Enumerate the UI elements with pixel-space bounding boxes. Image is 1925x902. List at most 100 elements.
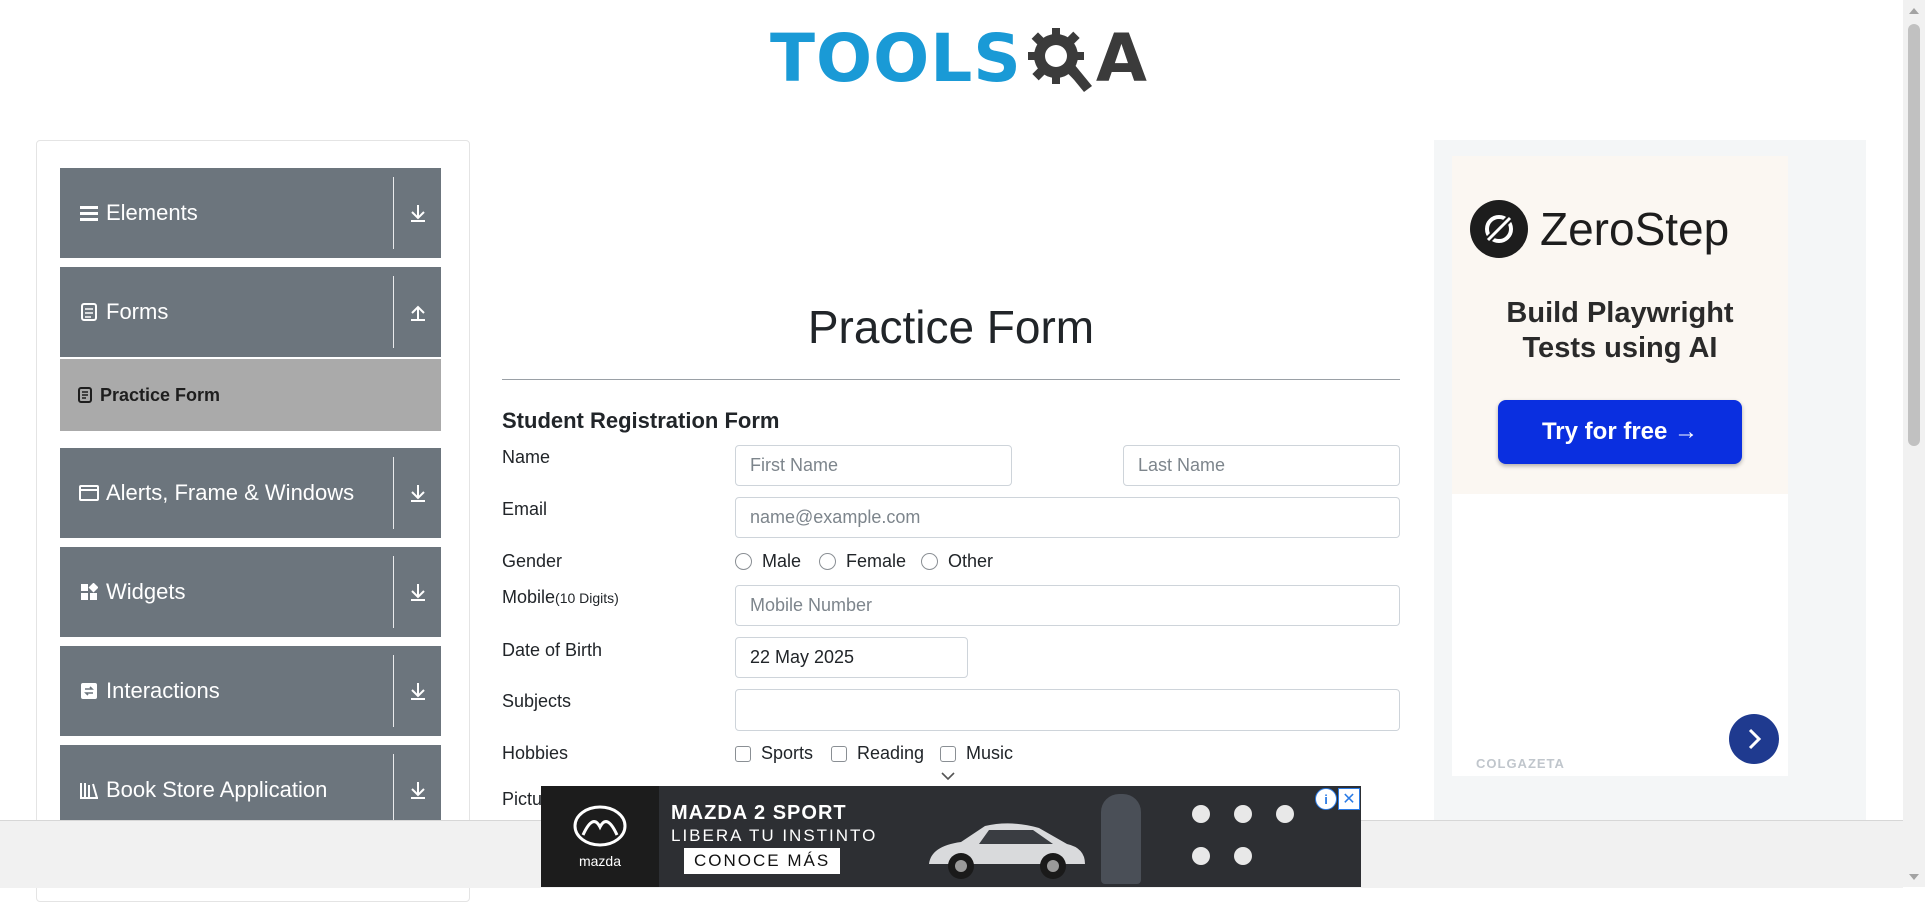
last-name-input[interactable]: [1123, 445, 1400, 486]
try-for-free-button[interactable]: Try for free →: [1498, 400, 1742, 464]
page-scrollbar[interactable]: [1903, 0, 1925, 887]
mobile-hint: (10 Digits): [555, 590, 619, 606]
scrollbar-thumb[interactable]: [1908, 24, 1920, 446]
ad-headline-line1: Build Playwright: [1506, 297, 1734, 329]
expand-down-icon[interactable]: [394, 582, 441, 602]
sidebar-group-elements[interactable]: Elements: [60, 168, 441, 258]
sidebar-group-widgets[interactable]: Widgets: [60, 547, 441, 637]
gear-icon: [1027, 28, 1092, 92]
divider: [393, 457, 394, 529]
subjects-label: Subjects: [502, 691, 572, 711]
zerostep-ad-card[interactable]: ZeroStep Build Playwright Tests using AI…: [1452, 156, 1788, 494]
widgets-icon: [78, 583, 100, 601]
checkbox-label: Sports: [761, 743, 814, 763]
expand-down-icon[interactable]: [394, 681, 441, 701]
ad-headline-line2: Tests using AI: [1522, 332, 1718, 364]
toolsqa-logo[interactable]: TOOLS A: [770, 14, 1147, 104]
chevron-right-icon: [1748, 728, 1762, 750]
mobile-input[interactable]: [735, 585, 1400, 626]
mazda-logo: mazda: [541, 786, 659, 887]
form-icon: [78, 387, 92, 403]
gender-label: Gender: [502, 551, 563, 571]
picture-label: Pictu: [502, 789, 543, 809]
expand-down-icon[interactable]: [394, 203, 441, 223]
expand-down-icon[interactable]: [394, 483, 441, 503]
person-image: [1101, 794, 1141, 884]
divider: [393, 754, 394, 826]
sidebar-item-practice-form[interactable]: Practice Form: [60, 359, 441, 431]
sidebar-group-label: Elements: [106, 200, 198, 225]
menu-icon: [78, 205, 100, 221]
divider: [393, 276, 394, 348]
radio-label: Male: [762, 551, 802, 571]
logo-text-a: A: [1095, 20, 1147, 97]
gender-radio-other[interactable]: Other: [921, 551, 993, 572]
radio-circle[interactable]: [735, 553, 752, 570]
ad-footer-brand: COLGAZETA: [1476, 756, 1565, 771]
checkbox[interactable]: [735, 745, 751, 762]
ad-close-icon[interactable]: ✕: [1338, 788, 1360, 810]
checkbox[interactable]: [831, 745, 847, 762]
divider: [393, 655, 394, 727]
conoce-mas-button[interactable]: CONOCE MÁS: [684, 848, 841, 874]
scroll-down-arrow[interactable]: [1909, 874, 1919, 880]
scroll-up-arrow[interactable]: [1909, 8, 1919, 14]
sidebar-item-label: Practice Form: [100, 384, 221, 405]
radio-circle[interactable]: [819, 553, 836, 570]
sidebar-group-label: Widgets: [106, 579, 186, 604]
zerostep-logo-icon: [1470, 200, 1528, 258]
books-icon: [78, 781, 100, 799]
dob-input[interactable]: [735, 637, 968, 678]
feature-icons: [1192, 805, 1294, 865]
sidebar-group-label: Alerts, Frame & Windows: [106, 480, 355, 505]
name-label: Name: [502, 447, 551, 467]
ad-next-button[interactable]: [1729, 714, 1779, 764]
email-input[interactable]: [735, 497, 1400, 538]
sidebar: Elements Forms Practice Form Alerts, Fra…: [36, 140, 470, 902]
form-title: Student Registration Form: [502, 408, 780, 433]
logo-text-tools: TOOLS: [770, 20, 1022, 97]
sidebar-group-label: Forms: [106, 299, 169, 324]
zerostep-logo: ZeroStep: [1470, 200, 1729, 258]
radio-circle[interactable]: [921, 553, 938, 570]
page-title: Practice Form: [807, 301, 1095, 353]
sidebar-group-forms[interactable]: Forms: [60, 267, 441, 357]
chevron-down-icon[interactable]: [940, 771, 956, 781]
hobby-checkbox-music[interactable]: Music: [940, 743, 1013, 764]
hobbies-label: Hobbies: [502, 743, 569, 763]
ad-info-icon[interactable]: i: [1315, 788, 1337, 810]
email-label: Email: [502, 499, 548, 519]
checkbox[interactable]: [940, 745, 956, 762]
window-icon: [78, 485, 100, 501]
sidebar-group-label: Book Store Application: [106, 777, 328, 802]
banner-subtitle: LIBERA TU INSTINTO: [671, 826, 878, 845]
gender-radio-male[interactable]: Male: [735, 551, 801, 572]
mobile-label: Mobile(10 Digits): [502, 587, 619, 608]
radio-label: Other: [948, 551, 994, 571]
interactions-icon: [78, 683, 100, 699]
collapse-up-icon[interactable]: [394, 302, 441, 322]
sidebar-group-interactions[interactable]: Interactions: [60, 646, 441, 736]
checkbox-label: Music: [966, 743, 1014, 763]
divider: [393, 556, 394, 628]
right-ad[interactable]: ZeroStep Build Playwright Tests using AI…: [1434, 140, 1866, 820]
expand-down-icon[interactable]: [394, 780, 441, 800]
first-name-input[interactable]: [735, 445, 1012, 486]
mobile-label-text: Mobile: [502, 587, 556, 607]
hobby-checkbox-reading[interactable]: Reading: [831, 743, 924, 764]
sidebar-group-alerts[interactable]: Alerts, Frame & Windows: [60, 448, 441, 538]
mazda-brand: mazda: [578, 852, 622, 869]
sidebar-group-label: Interactions: [106, 678, 220, 703]
banner-title: MAZDA 2 SPORT: [671, 802, 847, 824]
divider: [393, 177, 394, 249]
hobby-checkbox-sports[interactable]: Sports: [735, 743, 813, 764]
gender-radio-female[interactable]: Female: [819, 551, 906, 572]
mazda-wing-icon: [573, 805, 627, 846]
dob-label: Date of Birth: [502, 640, 603, 660]
car-image: [929, 823, 1085, 879]
subjects-input[interactable]: [735, 689, 1400, 731]
ad-headline: Build Playwright Tests using AI: [1452, 296, 1788, 366]
checkbox-label: Reading: [857, 743, 925, 763]
zerostep-brand: ZeroStep: [1540, 203, 1730, 255]
mazda-banner-ad[interactable]: mazda MAZDA 2 SPORT LIBERA TU INSTINTO C…: [541, 786, 1361, 887]
